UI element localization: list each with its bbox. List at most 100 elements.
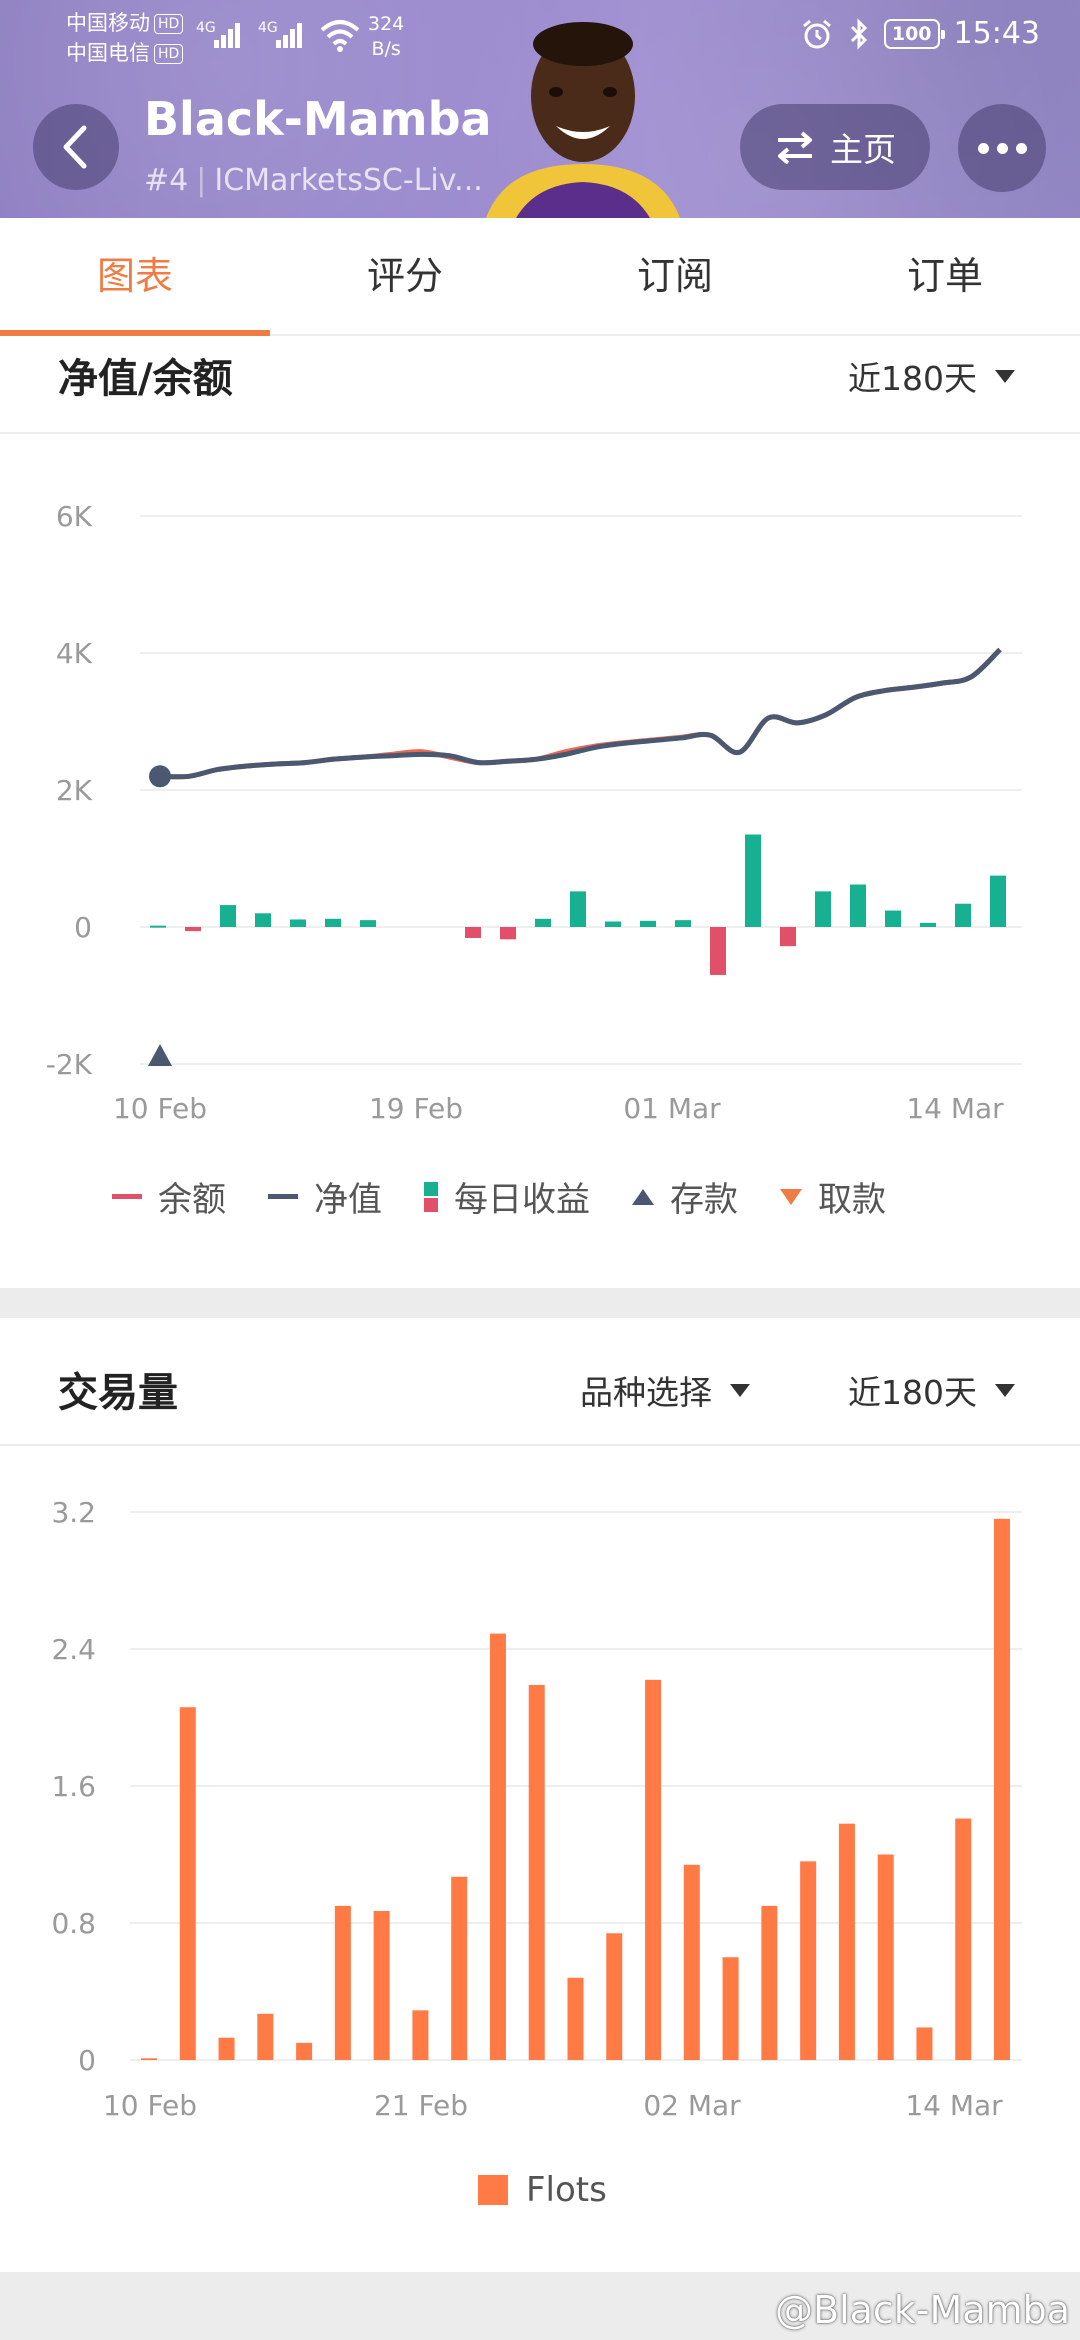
daily-profit-bar — [710, 927, 726, 975]
legend-withdraw[interactable]: 取款 — [780, 1172, 886, 1221]
back-button[interactable] — [33, 104, 119, 190]
active-tab-indicator — [0, 330, 270, 336]
volume-bar — [373, 1911, 390, 2060]
volume-chart: 3.2 2.4 1.6 0.8 0 10 Feb 21 Feb 02 Mar 14 Mar — [51, 1496, 1022, 2122]
triangle-up-icon — [632, 1188, 654, 1205]
volume-bar — [141, 2058, 157, 2060]
x-tick-label: 19 Feb — [369, 1092, 463, 1125]
legend-balance-label: 余额 — [158, 1180, 226, 1220]
account-subtitle: #4 | ICMarketsSC-Liv... — [144, 163, 483, 198]
daily-profit-bar — [220, 905, 236, 927]
volume-bar — [218, 2037, 235, 2060]
balance-line — [159, 647, 1002, 780]
equity-chart: 6K 4K 2K 0 -2K 10 Feb 19 Feb 01 Mar 14 Mar — [46, 500, 1022, 1125]
legend-flots-label: Flots — [526, 2170, 607, 2210]
volume-legend[interactable]: Flots — [478, 2170, 607, 2210]
volume-bar — [489, 1633, 506, 2060]
signal-bars-icon — [214, 22, 244, 48]
speed-value: 324 — [368, 13, 405, 35]
volume-bar — [257, 2013, 274, 2060]
daily-profit-bar — [920, 922, 936, 927]
tab-bar: 图表 评分 订阅 订单 — [0, 218, 1080, 336]
tab-rating[interactable]: 评分 — [270, 218, 540, 334]
clock: 15:43 — [953, 16, 1040, 51]
hd-badge: HD — [154, 14, 184, 34]
volume-range-label: 近180天 — [848, 1373, 977, 1412]
alarm-icon — [802, 19, 831, 48]
equity-range-label: 近180天 — [848, 359, 977, 398]
equity-start-point — [149, 765, 171, 788]
daily-profit-bar — [325, 918, 341, 927]
network-type-2: 4G — [258, 20, 278, 36]
section-divider — [0, 1444, 1080, 1446]
signal-bars-icon — [276, 22, 306, 48]
legend-balance[interactable]: 余额 — [112, 1172, 226, 1221]
carrier-labels: 中国移动 HD 中国电信 HD — [66, 8, 184, 68]
bluetooth-icon — [850, 17, 867, 50]
section-separator — [0, 1288, 1080, 1318]
daily-profit-bar — [885, 910, 901, 927]
volume-bar — [567, 1977, 584, 2060]
equity-line — [159, 647, 1002, 780]
x-tick-label: 14 Mar — [905, 2089, 1003, 2122]
volume-bar — [528, 1684, 545, 2060]
daily-profit-bar — [605, 921, 621, 927]
network-type-1: 4G — [196, 20, 216, 36]
volume-bar — [334, 1905, 351, 2060]
flots-swatch — [478, 2175, 508, 2205]
x-tick-label: 10 Feb — [103, 2089, 197, 2122]
daily-profit-bar — [500, 927, 516, 940]
daily-profit-bar — [745, 834, 761, 927]
daily-profit-bar — [640, 920, 656, 927]
volume-bar — [606, 1933, 623, 2060]
status-right: 100 15:43 — [800, 16, 1040, 51]
equity-swatch — [268, 1194, 298, 1199]
x-tick-label: 02 Mar — [643, 2089, 741, 2122]
daily-profit-bar — [255, 913, 271, 927]
volume-range-dropdown[interactable]: 近180天 — [848, 1366, 1015, 1414]
caret-down-icon — [995, 369, 1015, 383]
home-button[interactable]: 主页 — [740, 104, 930, 190]
daily-profit-bar — [290, 919, 306, 927]
x-tick-label: 14 Mar — [906, 1092, 1004, 1125]
tab-orders[interactable]: 订单 — [810, 218, 1080, 334]
speed-unit: B/s — [371, 38, 401, 60]
daily-profit-bar — [815, 891, 831, 927]
caret-down-icon — [995, 1383, 1015, 1397]
volume-bar — [296, 2042, 313, 2060]
more-options-button[interactable] — [958, 104, 1046, 192]
x-tick-label: 21 Feb — [374, 2089, 468, 2122]
y-tick-label: 4K — [56, 637, 93, 670]
daily-profit-bar — [185, 927, 201, 932]
volume-bar — [877, 1854, 894, 2060]
tab-chart[interactable]: 图表 — [0, 218, 270, 334]
watermark: @Black-Mamba — [774, 2288, 1070, 2332]
x-tick-label: 10 Feb — [113, 1092, 207, 1125]
deposit-marker — [148, 1044, 172, 1066]
more-dot-icon — [996, 142, 1008, 154]
y-tick-label: 0 — [74, 911, 92, 944]
daily-profit-bar — [570, 891, 586, 927]
symbol-label: 品种选择 — [580, 1373, 712, 1412]
more-dot-icon — [977, 142, 989, 154]
volume-bar — [683, 1864, 700, 2060]
more-dot-icon — [1015, 142, 1027, 154]
page-title: Black-Mamba — [144, 92, 492, 146]
legend-deposit[interactable]: 存款 — [632, 1172, 738, 1221]
account-server: ICMarketsSC-Liv... — [214, 163, 483, 198]
y-tick-label: 1.6 — [51, 1770, 96, 1803]
equity-range-dropdown[interactable]: 近180天 — [848, 352, 1015, 400]
balance-swatch — [112, 1194, 142, 1199]
volume-bar — [800, 1861, 817, 2060]
y-tick-label: 6K — [56, 500, 93, 533]
volume-bar — [838, 1823, 855, 2060]
volume-bar — [179, 1707, 196, 2060]
legend-daily[interactable]: 每日收益 — [424, 1172, 590, 1221]
legend-equity[interactable]: 净值 — [268, 1172, 382, 1221]
daily-profit-bar — [850, 884, 866, 927]
equity-section-title: 净值/余额 — [58, 356, 233, 402]
daily-profit-bar — [465, 927, 481, 938]
tab-subscribe[interactable]: 订阅 — [540, 218, 810, 334]
symbol-dropdown[interactable]: 品种选择 — [580, 1366, 750, 1414]
legend-deposit-label: 存款 — [670, 1180, 738, 1220]
